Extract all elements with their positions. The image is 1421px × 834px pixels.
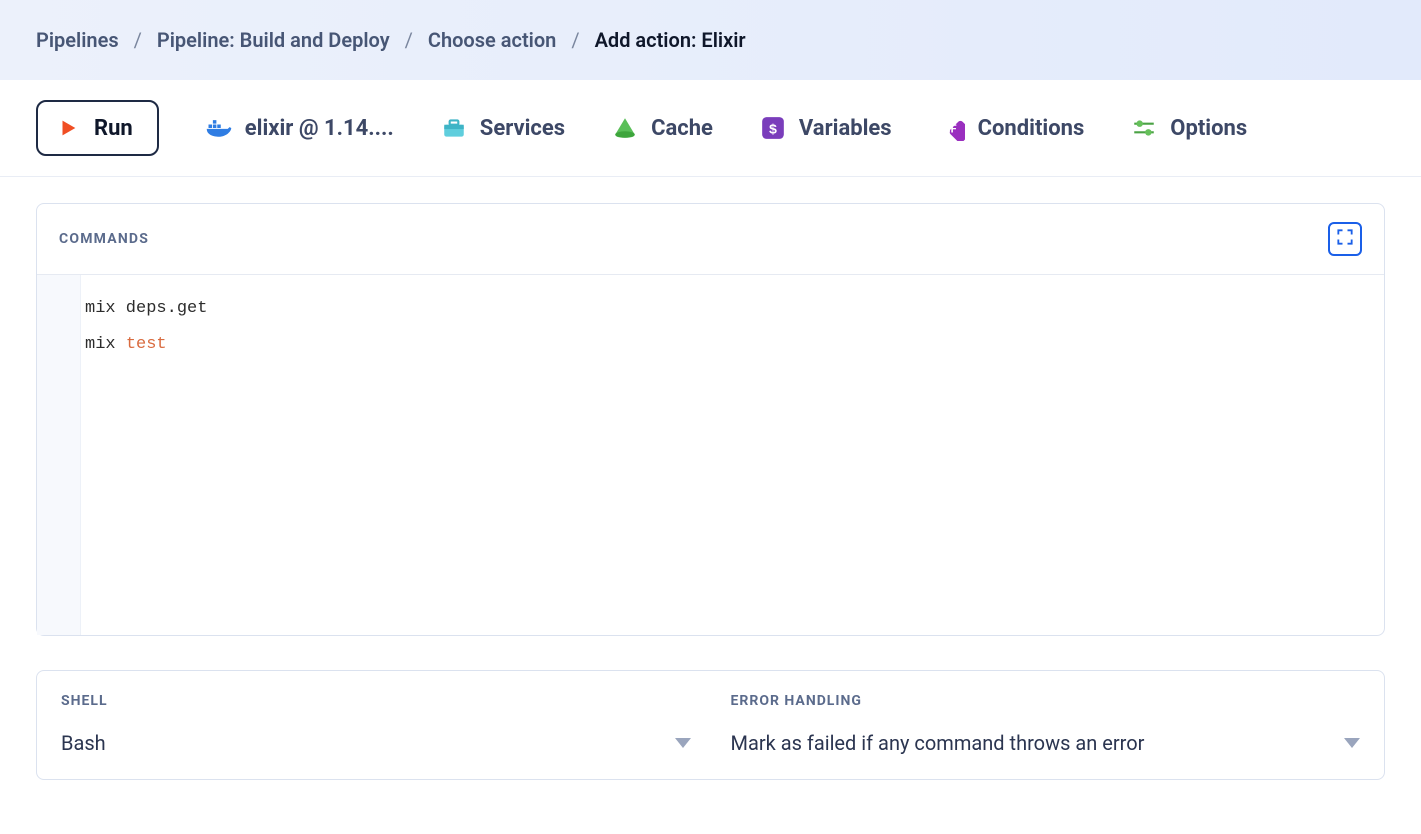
tab-docker-image[interactable]: elixir @ 1.14.... — [205, 114, 394, 142]
docker-icon — [205, 114, 233, 142]
tab-label: Services — [480, 116, 565, 141]
tab-options[interactable]: Options — [1130, 114, 1247, 142]
breadcrumb-current: Add action: Elixir — [595, 28, 746, 52]
shell-select[interactable]: Bash — [61, 731, 691, 755]
tab-services[interactable]: Services — [440, 114, 565, 142]
sliders-icon — [1130, 114, 1158, 142]
cache-icon — [611, 114, 639, 142]
tab-cache[interactable]: Cache — [611, 114, 713, 142]
commands-editor[interactable]: mix deps.get mix test — [37, 275, 1384, 635]
tab-label: Run — [94, 116, 133, 141]
play-icon — [54, 114, 82, 142]
breadcrumb-link-pipelines[interactable]: Pipelines — [36, 28, 119, 52]
breadcrumb-separator: / — [134, 28, 142, 52]
svg-text:IF: IF — [947, 122, 956, 135]
editor-gutter — [37, 275, 81, 635]
variables-icon: $ — [759, 114, 787, 142]
expand-editor-button[interactable] — [1328, 222, 1362, 256]
expand-icon — [1335, 227, 1355, 251]
chevron-down-icon — [1344, 738, 1360, 748]
tab-conditions[interactable]: IF Conditions — [938, 114, 1085, 142]
error-handling-select[interactable]: Mark as failed if any command throws an … — [731, 731, 1361, 755]
tab-label: Options — [1170, 116, 1247, 141]
error-handling-value: Mark as failed if any command throws an … — [731, 731, 1145, 755]
tab-variables[interactable]: $ Variables — [759, 114, 892, 142]
conditions-icon: IF — [938, 114, 966, 142]
tab-label: elixir @ 1.14.... — [245, 116, 394, 141]
tab-label: Variables — [799, 116, 892, 141]
commands-panel: COMMANDS mix deps.get mix test — [36, 203, 1385, 636]
shell-label: SHELL — [61, 693, 691, 709]
breadcrumb-link-pipeline[interactable]: Pipeline: Build and Deploy — [157, 28, 390, 52]
error-handling-label: ERROR HANDLING — [731, 693, 1361, 709]
commands-title: COMMANDS — [59, 231, 149, 247]
tab-label: Cache — [651, 116, 713, 141]
tab-run[interactable]: Run — [36, 100, 159, 156]
commands-code[interactable]: mix deps.get mix test — [81, 275, 211, 635]
tabs-bar: Run elixir @ 1.14.... Services — [0, 80, 1421, 177]
breadcrumb-link-choose-action[interactable]: Choose action — [428, 28, 556, 52]
breadcrumb-separator: / — [571, 28, 579, 52]
chevron-down-icon — [675, 738, 691, 748]
shell-error-panel: SHELL Bash ERROR HANDLING Mark as failed… — [36, 670, 1385, 780]
svg-text:$: $ — [769, 122, 777, 138]
shell-value: Bash — [61, 731, 106, 755]
breadcrumb-separator: / — [405, 28, 413, 52]
breadcrumb: Pipelines / Pipeline: Build and Deploy /… — [0, 0, 1421, 80]
tab-label: Conditions — [978, 116, 1085, 141]
toolbox-icon — [440, 114, 468, 142]
